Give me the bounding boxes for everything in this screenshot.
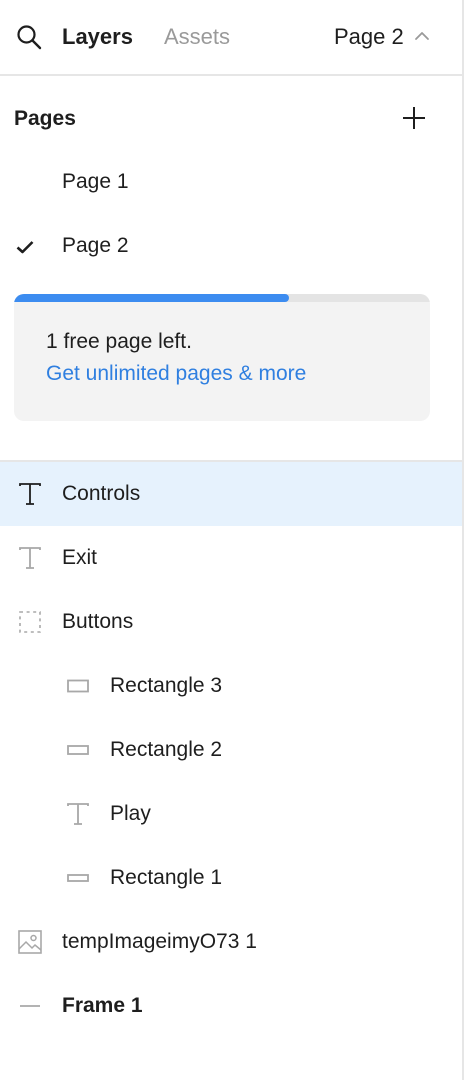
layer-label: Controls (62, 482, 141, 505)
layer-item-rectangle-3[interactable]: Rectangle 3 (0, 654, 462, 718)
page-item-label: Page 2 (62, 234, 129, 257)
page-item-page-2[interactable]: Page 2 (0, 214, 462, 278)
plus-icon[interactable] (402, 106, 426, 130)
page-limit-progress (14, 294, 430, 302)
layers-panel: Layers Assets Page 2 Pages Page 1 Page 2… (0, 0, 464, 1080)
text-icon (19, 547, 41, 569)
image-icon (18, 930, 42, 954)
layer-label: Rectangle 1 (110, 866, 223, 889)
panel-header: Layers Assets Page 2 (0, 0, 462, 76)
tab-assets[interactable]: Assets (164, 24, 230, 50)
upsell-card: 1 free page left. Get unlimited pages & … (14, 294, 430, 421)
search-icon[interactable] (16, 24, 42, 50)
page-limit-progress-fill (14, 294, 289, 302)
layer-label: Exit (62, 546, 98, 569)
layer-item-rectangle-1[interactable]: Rectangle 1 (0, 846, 462, 910)
page-item-page-1[interactable]: Page 1 (0, 150, 462, 214)
chevron-up-icon[interactable] (414, 30, 430, 42)
layer-item-rectangle-2[interactable]: Rectangle 2 (0, 718, 462, 782)
layer-item-temp-image[interactable]: tempImageimyO73 1 (0, 910, 462, 974)
upsell-message: 1 free page left. (46, 330, 192, 353)
layer-label: Buttons (62, 610, 134, 633)
layer-label: Frame 1 (62, 994, 143, 1017)
layer-label: Play (110, 802, 151, 825)
rectangle-icon (67, 874, 89, 882)
text-icon (19, 483, 41, 505)
layer-item-exit[interactable]: Exit (0, 526, 462, 590)
page-item-label: Page 1 (62, 170, 129, 193)
layer-item-play[interactable]: Play (0, 782, 462, 846)
current-page-selector[interactable]: Page 2 (334, 24, 404, 50)
tab-layers[interactable]: Layers (62, 24, 133, 50)
layer-label: Rectangle 3 (110, 674, 223, 697)
text-icon (67, 803, 89, 825)
pages-section-title: Pages (14, 107, 76, 130)
layer-label: tempImageimyO73 1 (62, 930, 257, 953)
rectangle-icon (67, 679, 89, 693)
layer-item-buttons[interactable]: Buttons (0, 590, 462, 654)
group-dashed-icon (19, 611, 41, 633)
line-icon (20, 1005, 40, 1007)
layer-item-controls[interactable]: Controls (0, 462, 462, 526)
layer-item-frame-1[interactable]: Frame 1 (0, 974, 462, 1038)
layer-label: Rectangle 2 (110, 738, 223, 761)
rectangle-icon (67, 745, 89, 755)
upgrade-link[interactable]: Get unlimited pages & more (46, 360, 306, 388)
checkmark-icon (16, 241, 34, 254)
